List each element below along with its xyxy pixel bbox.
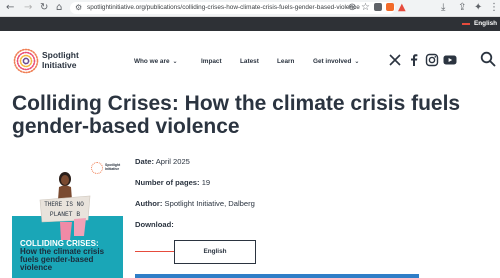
nav-learn[interactable]: Learn xyxy=(277,57,294,67)
cover-title: COLLIDING CRISES: How the climate crisis… xyxy=(20,239,105,272)
x-icon[interactable] xyxy=(388,53,402,67)
search-icon[interactable] xyxy=(480,51,496,67)
sign-line2: PLANET B xyxy=(50,211,80,218)
download-accent-line xyxy=(135,251,175,252)
home-icon[interactable]: ⌂ xyxy=(56,2,62,14)
logo-line1: Spotlight xyxy=(42,50,79,60)
logo-wordmark[interactable]: Spotlight Initiative xyxy=(42,50,79,70)
date-row: Date: April 2025 xyxy=(135,157,190,167)
nav-latest[interactable]: Latest xyxy=(240,57,259,67)
youtube-icon[interactable] xyxy=(443,53,457,67)
back-icon[interactable]: ← xyxy=(6,2,14,14)
reload-icon[interactable]: ↻ xyxy=(40,2,48,14)
download-label: Download: xyxy=(135,220,174,229)
extension-icon[interactable] xyxy=(374,3,382,11)
page-title: Colliding Crises: How the climate crisis… xyxy=(12,92,461,138)
translate-icon[interactable]: ⊕ xyxy=(348,2,356,14)
menu-icon[interactable]: ⋮ xyxy=(489,2,499,14)
spotlight-logo-icon[interactable] xyxy=(12,47,40,75)
sign-line1: THERE IS NO xyxy=(44,201,84,208)
url-text: spotlightinitiative.org/publications/col… xyxy=(87,4,360,11)
date-label: Date: xyxy=(135,157,154,166)
instagram-icon[interactable] xyxy=(425,53,439,67)
brave-shield-icon[interactable] xyxy=(386,3,394,11)
logo-line2: Initiative xyxy=(42,59,77,70)
nav-who-we-are[interactable]: Who we are ⌄ xyxy=(134,57,178,67)
bookmark-star-icon[interactable]: ☆ xyxy=(361,2,370,14)
blue-banner-edge xyxy=(135,274,419,278)
pages-value: 19 xyxy=(201,178,211,187)
date-value: April 2025 xyxy=(155,157,190,166)
language-selector[interactable]: English xyxy=(474,17,497,31)
forward-icon[interactable]: → xyxy=(24,2,32,14)
chevron-down-icon: ⌄ xyxy=(354,58,360,65)
browser-toolbar: ← → ↻ ⌂ ⚙ spotlightinitiative.org/public… xyxy=(0,0,500,17)
pages-row: Number of pages: 19 xyxy=(135,178,210,188)
language-bar: English xyxy=(0,17,500,31)
facebook-icon[interactable] xyxy=(407,53,421,67)
cover-logo-text: Spotlight Initiative xyxy=(105,163,121,171)
pages-label: Number of pages: xyxy=(135,178,200,187)
protester-illustration: THERE IS NO PLANET B xyxy=(39,172,91,240)
address-bar[interactable]: ⚙ spotlightinitiative.org/publications/c… xyxy=(70,2,395,14)
download-icon[interactable]: ⤓ xyxy=(441,2,445,14)
language-dash xyxy=(462,23,470,25)
nav-get-involved[interactable]: Get involved ⌄ xyxy=(313,57,359,67)
author-row: Author: Spotlight Initiative, Dalberg xyxy=(135,199,255,209)
warning-icon[interactable]: ▲ xyxy=(398,2,406,14)
download-row: Download: xyxy=(135,220,174,230)
chevron-down-icon: ⌄ xyxy=(172,58,178,65)
author-label: Author: xyxy=(135,199,163,208)
site-info-icon[interactable]: ⚙ xyxy=(75,2,82,14)
publication-cover[interactable]: Spotlight Initiative THERE IS NO PLANET … xyxy=(12,156,123,278)
download-english-button[interactable]: English xyxy=(174,240,256,264)
author-value: Spotlight Initiative, Dalberg xyxy=(164,199,255,208)
extensions-puzzle-icon[interactable]: ✦ xyxy=(474,2,482,14)
nav-impact[interactable]: Impact xyxy=(201,57,222,67)
share-icon[interactable]: ⇪ xyxy=(458,2,466,14)
